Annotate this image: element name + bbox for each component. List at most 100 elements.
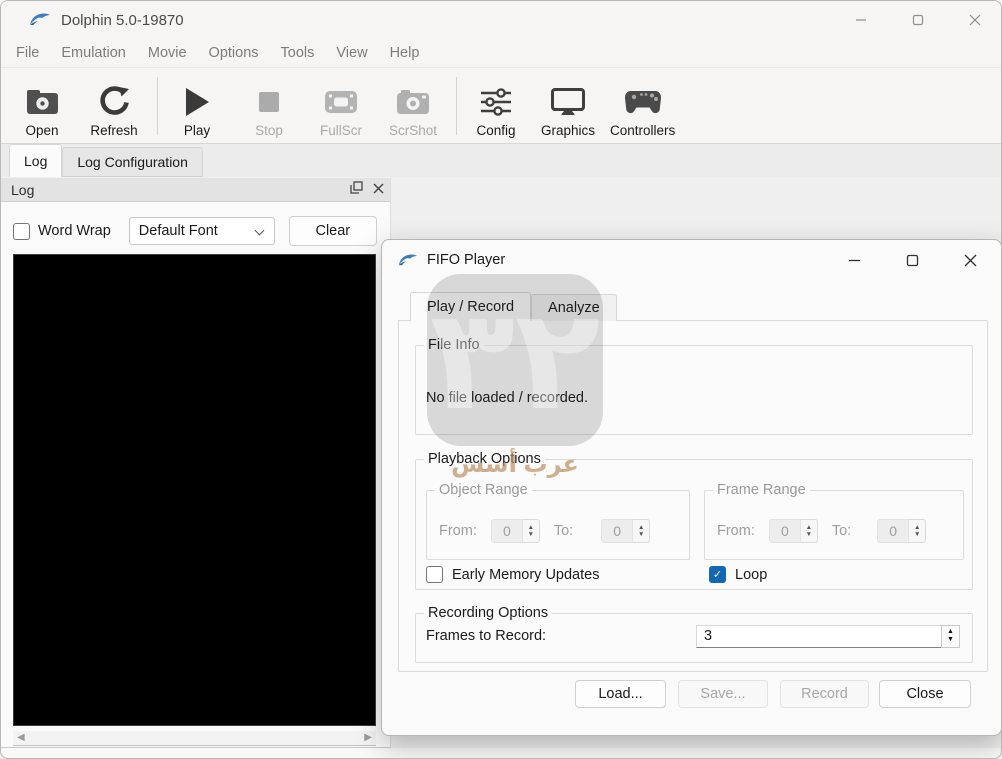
- spin-arrows-icon[interactable]: ▲ ▼: [941, 624, 960, 648]
- toolbar-play-button[interactable]: Play: [163, 74, 231, 138]
- scroll-right-icon[interactable]: ▶: [364, 733, 372, 743]
- spin-arrows-icon: ▲ ▼: [909, 519, 927, 543]
- scroll-left-icon[interactable]: ◀: [17, 733, 25, 743]
- file-info-message: No file loaded / recorded.: [426, 390, 589, 406]
- playback-options-title: Playback Options: [424, 451, 545, 467]
- recording-options-title: Recording Options: [424, 605, 553, 621]
- open-icon: [24, 83, 60, 121]
- tab-analyze[interactable]: Analyze: [531, 294, 617, 321]
- config-icon: [479, 83, 513, 121]
- tab-log-configuration[interactable]: Log Configuration: [62, 147, 203, 177]
- frame-from-spinbox: 0 ▲ ▼: [768, 519, 818, 543]
- fifo-minimize-button[interactable]: [825, 241, 883, 279]
- menu-emulation[interactable]: Emulation: [50, 45, 136, 61]
- frames-to-record-spinbox[interactable]: 3 ▲ ▼: [696, 624, 960, 648]
- menu-options[interactable]: Options: [198, 45, 270, 61]
- fifo-dialog-title: FIFO Player: [427, 252, 506, 268]
- fifo-window-controls: [825, 241, 999, 279]
- toolbar-config-button[interactable]: Config: [462, 74, 530, 138]
- frames-to-record-label: Frames to Record:: [426, 628, 547, 644]
- minimize-icon: [855, 19, 866, 21]
- loop-checkbox[interactable]: ✓: [709, 566, 726, 583]
- toolbar-separator: [157, 76, 158, 135]
- fifo-player-dialog: FIFO Player Play / Record Analyze File I…: [381, 239, 1001, 736]
- object-to-spinbox: 0 ▲ ▼: [601, 519, 651, 543]
- tab-log[interactable]: Log: [9, 144, 63, 177]
- refresh-icon: [98, 83, 130, 121]
- minimize-icon: [848, 259, 860, 261]
- object-range-group: Object Range From: 0 ▲ ▼ To: 0 ▲ ▼: [426, 482, 690, 560]
- clear-button[interactable]: Clear: [288, 216, 377, 246]
- log-horizontal-scrollbar[interactable]: ◀ ▶: [13, 731, 376, 746]
- toolbar-stop-button: Stop: [235, 74, 303, 138]
- object-to-label: To:: [553, 523, 574, 539]
- toolbar-controllers-button[interactable]: Controllers: [606, 74, 679, 138]
- minimize-button[interactable]: [832, 1, 889, 39]
- close-button[interactable]: [946, 1, 1001, 39]
- word-wrap-checkbox[interactable]: [13, 222, 30, 240]
- frame-range-group: Frame Range From: 0 ▲ ▼ To: 0 ▲ ▼: [704, 482, 964, 560]
- frame-to-label: To:: [831, 523, 852, 539]
- window-title: Dolphin 5.0-19870: [61, 11, 184, 29]
- tab-play-record[interactable]: Play / Record: [410, 292, 532, 321]
- float-panel-button[interactable]: [350, 181, 363, 199]
- check-icon: ✓: [712, 569, 723, 581]
- menu-help[interactable]: Help: [379, 45, 431, 61]
- toolbar-screenshot-button: ScrShot: [379, 74, 447, 138]
- graphics-icon: [550, 83, 586, 121]
- frame-to-spinbox: 0 ▲ ▼: [877, 519, 927, 543]
- record-button: Record: [780, 680, 869, 708]
- menu-view[interactable]: View: [325, 45, 378, 61]
- load-button[interactable]: Load...: [575, 680, 666, 708]
- log-dock-header: Log: [1, 178, 390, 202]
- toolbar-fullscreen-button: FullScr: [307, 74, 375, 138]
- window-controls: [832, 1, 1001, 39]
- playback-options-group: Playback Options Object Range From: 0 ▲ ▼…: [415, 451, 973, 590]
- log-dock-title: Log: [11, 181, 35, 198]
- toolbar-refresh-button[interactable]: Refresh: [80, 74, 148, 138]
- fifo-close-button[interactable]: [941, 241, 999, 279]
- dolphin-logo-icon: [30, 13, 50, 25]
- word-wrap-label: Word Wrap: [38, 223, 111, 239]
- frame-range-title: Frame Range: [713, 482, 810, 498]
- frame-from-label: From:: [717, 523, 755, 539]
- file-info-title: File Info: [424, 337, 484, 353]
- file-info-group: File Info No file loaded / recorded.: [415, 337, 973, 435]
- menu-movie[interactable]: Movie: [137, 45, 198, 61]
- menu-file[interactable]: File: [5, 45, 50, 61]
- fifo-button-row: Load... Save... Record Close: [382, 680, 1001, 708]
- font-select[interactable]: Default Font: [128, 217, 275, 245]
- menu-tools[interactable]: Tools: [270, 45, 326, 61]
- log-output-area[interactable]: [13, 254, 376, 726]
- maximize-icon: [906, 254, 918, 266]
- fifo-titlebar: FIFO Player: [382, 240, 1001, 280]
- fifo-maximize-button[interactable]: [883, 241, 941, 279]
- close-icon: [969, 14, 980, 26]
- spin-arrows-icon: ▲ ▼: [522, 519, 540, 543]
- log-dock-panel: Log Word Wrap Default Font Clear ◀ ▶: [1, 178, 391, 748]
- save-button: Save...: [678, 680, 768, 708]
- spin-arrows-icon: ▲ ▼: [633, 519, 651, 543]
- chevron-down-icon: [254, 225, 265, 236]
- dolphin-main-window: Dolphin 5.0-19870 File Emulation Movie O…: [0, 0, 1002, 759]
- fifo-tab-bar: Play / Record Analyze: [410, 292, 617, 321]
- recording-options-group: Recording Options Frames to Record: 3 ▲ ▼: [415, 605, 973, 663]
- fifo-tab-page: File Info No file loaded / recorded. Pla…: [398, 320, 988, 672]
- maximize-button[interactable]: [889, 1, 946, 39]
- screenshot-icon: [395, 83, 431, 121]
- close-panel-button[interactable]: [373, 181, 384, 199]
- controllers-icon: [623, 83, 663, 121]
- toolbar-graphics-button[interactable]: Graphics: [534, 74, 602, 138]
- stop-icon: [258, 83, 280, 121]
- titlebar: Dolphin 5.0-19870: [1, 1, 1001, 39]
- toolbar: Open Refresh Play Stop FullScr ScrShot C…: [1, 67, 1001, 144]
- object-from-label: From:: [439, 523, 477, 539]
- close-icon: [964, 254, 976, 266]
- close-dialog-button[interactable]: Close: [879, 680, 971, 708]
- play-icon: [184, 83, 210, 121]
- log-tab-bar: Log Log Configuration: [1, 144, 1001, 177]
- log-controls: Word Wrap Default Font Clear: [13, 216, 379, 246]
- early-memory-updates-checkbox[interactable]: [426, 566, 443, 583]
- toolbar-open-button[interactable]: Open: [8, 74, 76, 138]
- menu-bar: File Emulation Movie Options Tools View …: [1, 39, 1001, 67]
